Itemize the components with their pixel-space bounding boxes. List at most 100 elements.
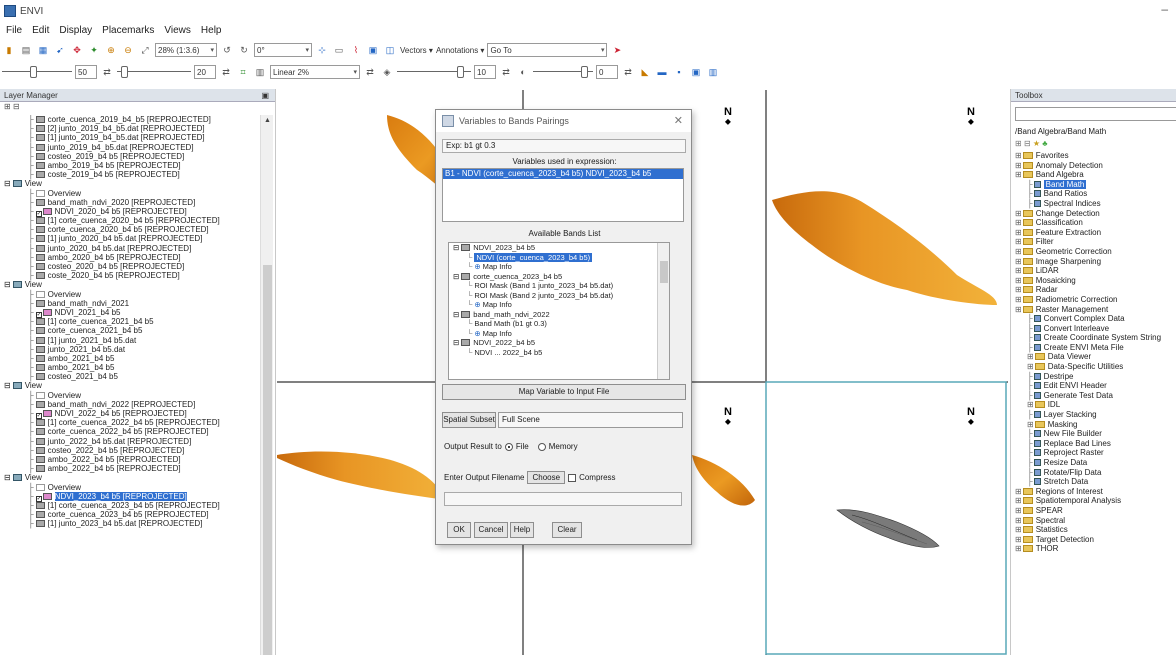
- help-button[interactable]: Help: [510, 522, 534, 538]
- spectral-profile-icon[interactable]: ⌇: [349, 43, 363, 57]
- variables-list[interactable]: B1 - NDVI (corte_cuenca_2023_b4 b5) NDVI…: [442, 168, 684, 222]
- available-bands-list[interactable]: ⊟ NDVI_2023_b4 b5 └ NDVI (corte_cuenca_2023…: [448, 242, 670, 380]
- toolbox-tool[interactable]: ├ Replace Bad Lines: [1013, 439, 1176, 449]
- layer-item[interactable]: ├ corte_cuenca_2022_b4 b5 [REPROJECTED]: [0, 427, 258, 436]
- layer-item[interactable]: ├ ✓ NDVI_2022_b4 b5 [REPROJECTED]: [0, 409, 258, 419]
- toolbox-folder[interactable]: ⊞ LiDAR: [1013, 266, 1176, 276]
- layer-item[interactable]: ├ Overview: [0, 483, 258, 492]
- toolbox-folder[interactable]: ⊞ Statistics: [1013, 525, 1176, 535]
- tree-toggle[interactable]: ├: [1027, 448, 1033, 457]
- pan-icon[interactable]: ✥: [70, 43, 84, 57]
- toolbox-folder[interactable]: ⊞ Mosaicking: [1013, 276, 1176, 286]
- zoom-out-icon[interactable]: ⊖: [121, 43, 135, 57]
- toolbox-tool[interactable]: ├ Convert Interleave: [1013, 324, 1176, 334]
- tree-toggle[interactable]: ⊞: [1015, 535, 1022, 544]
- output-filename-input[interactable]: [444, 492, 682, 506]
- layer-item[interactable]: ├ ✓ NDVI_2021_b4 b5: [0, 308, 258, 318]
- layer-item[interactable]: ├ [1] junto_2020_b4 b5.dat [REPROJECTED]: [0, 234, 258, 243]
- toolbox-folder[interactable]: ⊞ Data-Specific Utilities: [1013, 362, 1176, 372]
- menu-views[interactable]: Views: [164, 25, 191, 36]
- expand-toggle-icon[interactable]: ⊟: [4, 179, 11, 188]
- toolbox-folder[interactable]: ⊞ Band Algebra: [1013, 170, 1176, 180]
- contrast-slider[interactable]: [117, 65, 191, 79]
- menu-placemarks[interactable]: Placemarks: [102, 25, 154, 36]
- tree-toggle[interactable]: ⊞: [1027, 420, 1034, 429]
- layer-item[interactable]: ├ [1] junto_2021_b4 b5.dat: [0, 336, 258, 345]
- toolbox-tool[interactable]: ├ Create Coordinate System String: [1013, 333, 1176, 343]
- roi-icon[interactable]: ▣: [366, 43, 380, 57]
- tree-toggle[interactable]: ⊞: [1015, 487, 1022, 496]
- band-list-item[interactable]: └ ROI Mask (Band 2 junto_2023_b4 b5.dat): [449, 291, 669, 301]
- annotations-menu[interactable]: Annotations ▾: [436, 46, 485, 55]
- toolbox-folder[interactable]: ⊞ Radiometric Correction: [1013, 295, 1176, 305]
- toolbox-folder[interactable]: ⊞ Raster Management: [1013, 305, 1176, 315]
- layer-item[interactable]: ├ [1] corte_cuenca_2022_b4 b5 [REPROJECTE…: [0, 418, 258, 427]
- contrast-reset-icon[interactable]: ⇄: [219, 65, 233, 79]
- layer-item[interactable]: ├ band_math_ndvi_2020 [REPROJECTED]: [0, 198, 258, 207]
- band-list-item[interactable]: └ NDVI (corte_cuenca_2023_b4 b5): [449, 252, 669, 263]
- layer-item[interactable]: ├ [1] corte_cuenca_2020_b4 b5 [REPROJECTE…: [0, 216, 258, 225]
- toolbox-tool[interactable]: ├ Layer Stacking: [1013, 410, 1176, 420]
- toolbox-tool[interactable]: ├ Spectral Indices: [1013, 199, 1176, 209]
- crosshair-icon[interactable]: ⊹: [315, 43, 329, 57]
- band-list-item[interactable]: ⊟ NDVI_2022_b4 b5: [449, 338, 669, 348]
- tree-toggle[interactable]: ├: [1027, 381, 1033, 390]
- band-list-item[interactable]: ⊟ corte_cuenca_2023_b4 b5: [449, 272, 669, 282]
- tree-toggle[interactable]: ├: [1027, 391, 1033, 400]
- tree-toggle[interactable]: ⊞: [1015, 276, 1022, 285]
- cursor-value-icon[interactable]: ▭: [332, 43, 346, 57]
- layer-item[interactable]: ├ junto_2020_b4 b5.dat [REPROJECTED]: [0, 244, 258, 253]
- fly-icon[interactable]: ✦: [87, 43, 101, 57]
- layer-item[interactable]: ├ [1] junto_2023_b4 b5.dat [REPROJECTED]: [0, 519, 258, 528]
- rotate-combo[interactable]: 0° ▾: [254, 43, 312, 57]
- portal-icon[interactable]: ◫: [383, 43, 397, 57]
- tree-toggle[interactable]: ⊞: [1015, 237, 1022, 246]
- scroll-up-icon[interactable]: ▲: [264, 117, 271, 124]
- layer-item[interactable]: ├ ambo_2022_b4 b5 [REPROJECTED]: [0, 464, 258, 473]
- tree-toggle[interactable]: ├: [1027, 199, 1033, 208]
- expand-toggle-icon[interactable]: ⊟: [4, 280, 11, 289]
- toolbox-folder[interactable]: ⊞ Favorites: [1013, 151, 1176, 161]
- tree-toggle[interactable]: ├: [1027, 458, 1033, 467]
- toolbox-folder[interactable]: ⊞ Radar: [1013, 285, 1176, 295]
- histogram-icon[interactable]: ▥: [253, 65, 267, 79]
- toolbox-folder[interactable]: ⊞ Classification: [1013, 218, 1176, 228]
- layer-item[interactable]: ├ junto_2021_b4 b5.dat: [0, 345, 258, 354]
- layer-item[interactable]: ├ coste_2020_b4 b5 [REPROJECTED]: [0, 271, 258, 280]
- file-radio[interactable]: [504, 442, 513, 451]
- clear-button[interactable]: Clear: [552, 522, 582, 538]
- collapse-all-icon[interactable]: ⊟: [1024, 139, 1031, 148]
- layer-item[interactable]: ├ coste_2019_b4 b5 [REPROJECTED]: [0, 170, 258, 179]
- band-list-item[interactable]: └ ⊕ Map Info: [449, 329, 669, 339]
- layer-item[interactable]: ├ ambo_2021_b4 b5: [0, 354, 258, 363]
- minimize-icon[interactable]: –: [1161, 2, 1168, 16]
- toolbox-tool[interactable]: ├ New File Builder: [1013, 429, 1176, 439]
- toolbox-folder[interactable]: ⊞ Data Viewer: [1013, 352, 1176, 362]
- tree-toggle[interactable]: ├: [1027, 429, 1033, 438]
- brightness-value-field[interactable]: 50: [75, 65, 97, 79]
- layer-scrollbar[interactable]: ▲: [260, 115, 273, 655]
- close-icon[interactable]: ✕: [674, 114, 683, 127]
- layer-item[interactable]: ├ ✓ NDVI_2020_b4 b5 [REPROJECTED]: [0, 207, 258, 217]
- layer-item[interactable]: ├ costeo_2020_b4 b5 [REPROJECTED]: [0, 262, 258, 271]
- band-list-item[interactable]: └ ⊕ Map Info: [449, 300, 669, 310]
- tree-toggle[interactable]: ⊞: [1015, 161, 1022, 170]
- layer-item[interactable]: ├ costeo_2019_b4 b5 [REPROJECTED]: [0, 152, 258, 161]
- band-list-item[interactable]: ⊟ band_math_ndvi_2022: [449, 310, 669, 320]
- scroll-thumb[interactable]: [660, 261, 668, 283]
- tree-toggle[interactable]: ⊞: [1015, 295, 1022, 304]
- tree-toggle[interactable]: ⊞: [1015, 266, 1022, 275]
- toolbox-folder[interactable]: ⊞ Change Detection: [1013, 209, 1176, 219]
- toolbox-search-input[interactable]: [1015, 107, 1176, 121]
- expand-toggle-icon[interactable]: ⊟: [453, 310, 459, 319]
- stretch-type-icon[interactable]: ⌗: [236, 65, 250, 79]
- toolbox-tool[interactable]: ├ Generate Test Data: [1013, 391, 1176, 401]
- tree-toggle[interactable]: ├: [1027, 189, 1033, 198]
- toolbox-tool[interactable]: ├ Band Math: [1013, 179, 1176, 190]
- transparency-icon[interactable]: ◐: [516, 65, 530, 79]
- layer-item[interactable]: ├ costeo_2022_b4 b5 [REPROJECTED]: [0, 446, 258, 455]
- tree-toggle[interactable]: ├: [1027, 439, 1033, 448]
- blend-icon[interactable]: ▪: [672, 65, 686, 79]
- bands-scrollbar[interactable]: [657, 243, 669, 379]
- tree-toggle[interactable]: ├: [1027, 180, 1033, 189]
